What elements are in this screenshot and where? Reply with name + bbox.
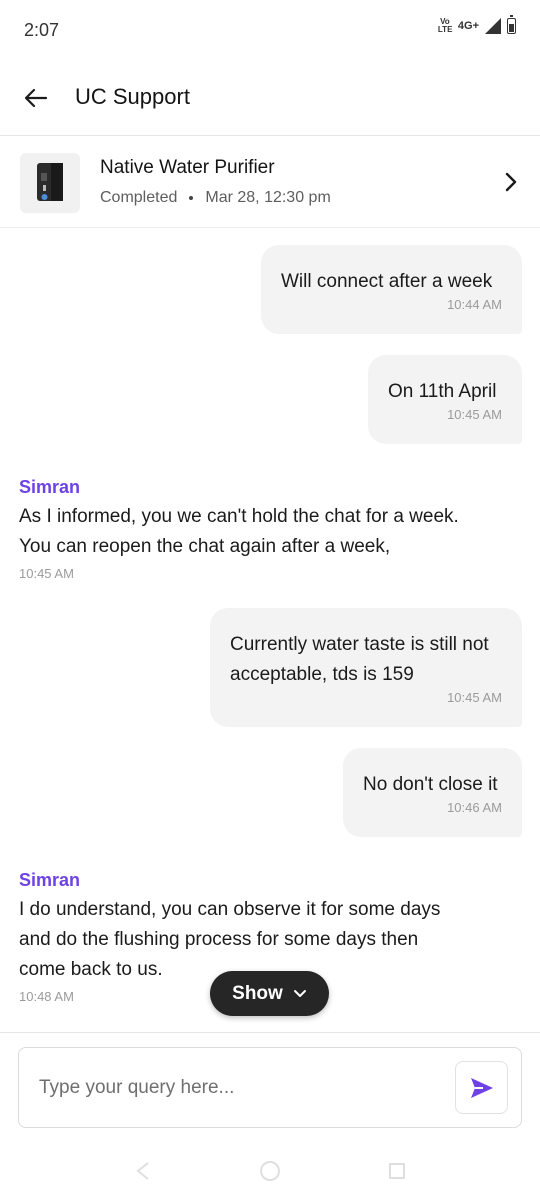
message-text: Will connect after a week <box>281 271 493 292</box>
agent-name: Simran <box>19 477 81 497</box>
system-nav-bar <box>0 1142 540 1200</box>
booking-status: Completed <box>100 189 178 206</box>
user-message: On 11th April 10:45 AM <box>368 355 522 444</box>
chevron-down-icon <box>293 989 306 997</box>
nav-home-button[interactable] <box>255 1156 285 1186</box>
page-title: UC Support <box>75 84 190 109</box>
booking-card[interactable]: Native Water Purifier Completed Mar 28, … <box>0 138 540 228</box>
booking-datetime: Mar 28, 12:30 pm <box>205 189 331 206</box>
composer-box <box>18 1047 522 1128</box>
back-button[interactable] <box>16 78 56 118</box>
chevron-right-icon <box>505 172 517 192</box>
nav-recents-button[interactable] <box>382 1156 412 1186</box>
user-message: Currently water taste is still not accep… <box>210 608 522 727</box>
chat-thread[interactable]: Will connect after a week 10:44 AM On 11… <box>0 228 540 1032</box>
show-button[interactable]: Show <box>210 971 329 1016</box>
composer-area <box>0 1032 540 1142</box>
message-time: 10:45 AM <box>19 566 74 581</box>
agent-message: Simran As I informed, you we can't hold … <box>19 477 459 581</box>
message-time: 10:46 AM <box>447 800 502 815</box>
battery-icon <box>507 15 516 34</box>
booking-meta: Completed Mar 28, 12:30 pm <box>100 189 331 207</box>
nav-home-icon <box>259 1161 280 1181</box>
purifier-thumbnail <box>20 153 80 213</box>
user-message: Will connect after a week 10:44 AM <box>261 245 522 334</box>
query-input[interactable] <box>39 1068 439 1108</box>
nav-back-icon <box>136 1162 149 1180</box>
back-arrow-icon <box>24 88 48 108</box>
message-time: 10:45 AM <box>447 407 502 422</box>
send-icon <box>470 1077 493 1098</box>
app-header: UC Support <box>0 62 540 136</box>
message-time: 10:44 AM <box>447 297 502 312</box>
message-text: On 11th April <box>388 381 497 402</box>
show-label: Show <box>232 982 283 1004</box>
status-bar: 2:07 Vo LTE 4G+ <box>0 0 540 62</box>
separator-dot <box>189 196 194 200</box>
nav-recents-icon <box>388 1163 405 1179</box>
volte-icon: Vo LTE <box>437 17 453 34</box>
booking-title: Native Water Purifier <box>100 157 275 178</box>
message-text: As I informed, you we can't hold the cha… <box>19 506 459 557</box>
send-button[interactable] <box>455 1061 508 1114</box>
agent-name: Simran <box>19 870 81 890</box>
signal-icon <box>485 18 501 34</box>
status-time: 2:07 <box>24 20 60 40</box>
nav-back-button[interactable] <box>128 1156 158 1186</box>
purifier-icon <box>37 163 63 201</box>
message-text: No don't close it <box>363 774 498 795</box>
user-message: No don't close it 10:46 AM <box>343 748 522 837</box>
network-type: 4G+ <box>457 20 479 32</box>
message-text: Currently water taste is still not accep… <box>230 634 489 685</box>
message-time: 10:45 AM <box>447 690 502 705</box>
status-icons: Vo LTE 4G+ <box>437 15 516 34</box>
